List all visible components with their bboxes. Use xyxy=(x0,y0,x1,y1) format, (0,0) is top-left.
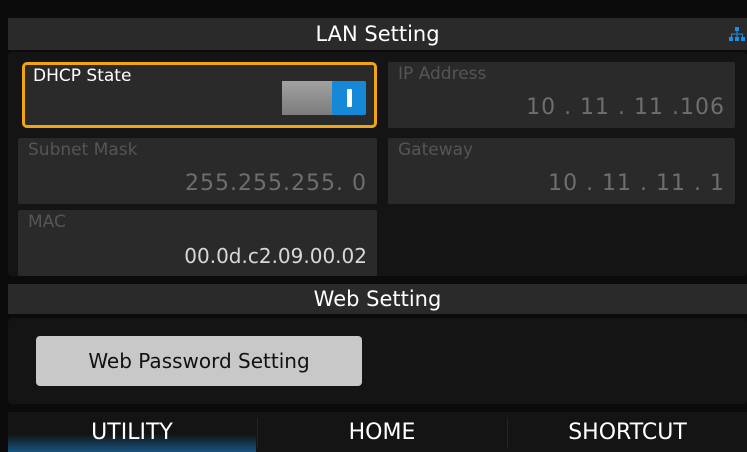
gateway-field: Gateway 10 . 11 . 11 . 1 xyxy=(388,138,735,204)
web-password-setting-button[interactable]: Web Password Setting xyxy=(36,336,362,386)
nav-home-label: HOME xyxy=(348,419,416,445)
ip-address-label: IP Address xyxy=(398,64,487,84)
dhcp-toggle-knob xyxy=(332,81,366,115)
mac-label: MAC xyxy=(28,212,66,232)
subnet-mask-label: Subnet Mask xyxy=(28,140,138,160)
dhcp-state-field[interactable]: DHCP State xyxy=(22,62,377,128)
dhcp-toggle-track xyxy=(282,81,332,115)
ip-address-value: 10 . 11 . 11 .106 xyxy=(526,95,725,120)
network-icon xyxy=(729,27,745,41)
nav-tab-shortcut[interactable]: SHORTCUT xyxy=(508,412,747,452)
lan-setting-header: LAN Setting xyxy=(8,18,747,50)
web-setting-title: Web Setting xyxy=(313,287,442,311)
bottom-navigation: UTILITY HOME SHORTCUT xyxy=(8,412,747,452)
nav-utility-label: UTILITY xyxy=(91,419,173,445)
mac-field: MAC 00.0d.c2.09.00.02 xyxy=(18,210,377,276)
dhcp-toggle[interactable] xyxy=(282,81,366,115)
web-setting-header: Web Setting xyxy=(8,284,747,314)
nav-shortcut-label: SHORTCUT xyxy=(568,419,687,445)
ip-address-field: IP Address 10 . 11 . 11 .106 xyxy=(388,62,735,128)
nav-tab-utility[interactable]: UTILITY xyxy=(8,412,256,452)
gateway-label: Gateway xyxy=(398,140,474,160)
mac-value: 00.0d.c2.09.00.02 xyxy=(184,244,367,268)
subnet-mask-field: Subnet Mask 255.255.255. 0 xyxy=(18,138,377,204)
lan-setting-title: LAN Setting xyxy=(315,22,440,46)
lan-setting-screen: LAN Setting DHCP State IP Address 10 . 1… xyxy=(0,0,747,452)
web-password-setting-label: Web Password Setting xyxy=(88,349,310,373)
subnet-mask-value: 255.255.255. 0 xyxy=(185,171,367,196)
dhcp-state-label: DHCP State xyxy=(33,66,132,86)
nav-tab-home[interactable]: HOME xyxy=(258,412,506,452)
gateway-value: 10 . 11 . 11 . 1 xyxy=(548,171,725,196)
